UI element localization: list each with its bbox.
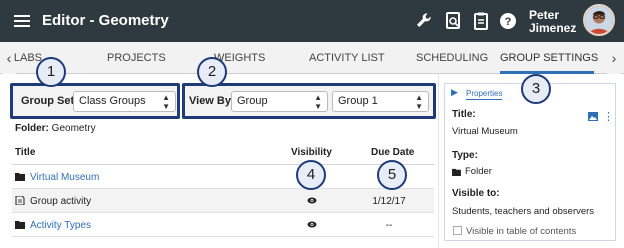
help-icon[interactable]: ? — [498, 11, 518, 31]
properties-panel: ▶ Properties ⋮ Title: Virtual Museum Typ… — [444, 83, 616, 241]
folder-path: Folder: Geometry — [15, 123, 96, 134]
callout-5: 5 — [377, 160, 407, 190]
table-row[interactable]: Activity Types -- — [12, 213, 434, 237]
app-title: Editor - Geometry — [42, 12, 169, 29]
callout-2: 2 — [197, 57, 227, 87]
folder-label: Folder: — [15, 123, 49, 134]
wrench-icon[interactable] — [414, 11, 434, 31]
folder-icon — [15, 173, 25, 181]
row-title-link[interactable]: Virtual Museum — [30, 172, 99, 183]
group-set-select[interactable]: Class Groups ▲ ▼ — [73, 91, 176, 112]
tab-projects[interactable]: PROJECTS — [107, 42, 166, 74]
toc-label: Visible in table of contents — [466, 226, 577, 237]
folder-icon — [452, 168, 461, 176]
tab-group-settings[interactable]: GROUP SETTINGS — [500, 42, 598, 74]
table-header: Title Visibility Due Date — [12, 142, 434, 165]
type-label: Type: — [452, 150, 478, 161]
group-select[interactable]: Group 1 ▲ ▼ — [332, 91, 429, 112]
group-set-box: Group Set: Class Groups ▲ ▼ — [10, 83, 180, 119]
tab-properties[interactable]: Properties — [466, 89, 503, 100]
title-label: Title: — [452, 109, 476, 120]
title-value: Virtual Museum — [452, 126, 518, 137]
visible-to-label: Visible to: — [452, 188, 500, 199]
search-doc-icon[interactable] — [444, 11, 464, 31]
document-icon — [15, 196, 25, 205]
panel-divider — [438, 74, 439, 248]
tab-scroll-right-icon[interactable]: › — [607, 42, 621, 74]
select-caret-icon: ▲ ▼ — [162, 93, 170, 111]
activity-table: Title Visibility Due Date Virtual Museum… — [12, 142, 434, 237]
row-title-link[interactable]: Activity Types — [30, 220, 91, 231]
avatar[interactable] — [583, 4, 615, 36]
callout-1: 1 — [36, 57, 66, 87]
folder-icon — [15, 221, 25, 229]
group-set-value: Class Groups — [79, 95, 146, 107]
tab-activity-list[interactable]: ACTIVITY LIST — [309, 42, 385, 74]
group-set-label: Group Set: — [21, 95, 78, 107]
table-row[interactable]: Virtual Museum — [12, 165, 434, 189]
row-due-date: 1/12/17 — [372, 196, 406, 207]
toc-checkbox[interactable] — [453, 226, 462, 235]
select-caret-icon: ▲ ▼ — [314, 93, 322, 111]
folder-name: Geometry — [51, 123, 96, 134]
tab-scheduling[interactable]: SCHEDULING — [416, 42, 488, 74]
image-icon[interactable] — [588, 112, 598, 121]
eye-icon[interactable] — [307, 196, 317, 205]
view-by-label: View By: — [189, 95, 235, 107]
row-due-date: -- — [385, 220, 393, 231]
view-by-box: View By: Group ▲ ▼ Group 1 ▲ ▼ — [182, 83, 436, 119]
group-select-value: Group 1 — [338, 95, 378, 107]
select-caret-icon: ▲ ▼ — [415, 93, 423, 111]
more-options-icon[interactable]: ⋮ — [603, 110, 614, 123]
col-due-date: Due Date — [371, 147, 415, 158]
col-visibility: Visibility — [291, 147, 332, 158]
clipboard-icon[interactable] — [471, 11, 491, 31]
top-bar: Editor - Geometry ? Peter Jimenez — [0, 0, 624, 42]
row-title: Group activity — [30, 196, 92, 207]
view-by-select[interactable]: Group ▲ ▼ — [231, 91, 328, 112]
view-by-value: Group — [237, 95, 268, 107]
callout-4: 4 — [296, 160, 326, 190]
eye-icon[interactable] — [307, 220, 317, 229]
visible-to-value: Students, teachers and observers — [452, 206, 595, 217]
user-name[interactable]: Peter Jimenez — [529, 9, 576, 35]
callout-3: 3 — [521, 74, 551, 104]
user-last-name: Jimenez — [529, 21, 577, 35]
col-title: Title — [15, 147, 36, 158]
type-value: Folder — [465, 166, 492, 177]
panel-toggle-icon[interactable]: ▶ — [451, 87, 458, 98]
menu-icon[interactable] — [14, 15, 30, 27]
table-row[interactable]: Group activity 1/12/17 — [12, 189, 434, 213]
tab-bar: ‹ LABS PROJECTS WEIGHTS ACTIVITY LIST SC… — [0, 42, 624, 74]
svg-text:?: ? — [505, 16, 512, 28]
